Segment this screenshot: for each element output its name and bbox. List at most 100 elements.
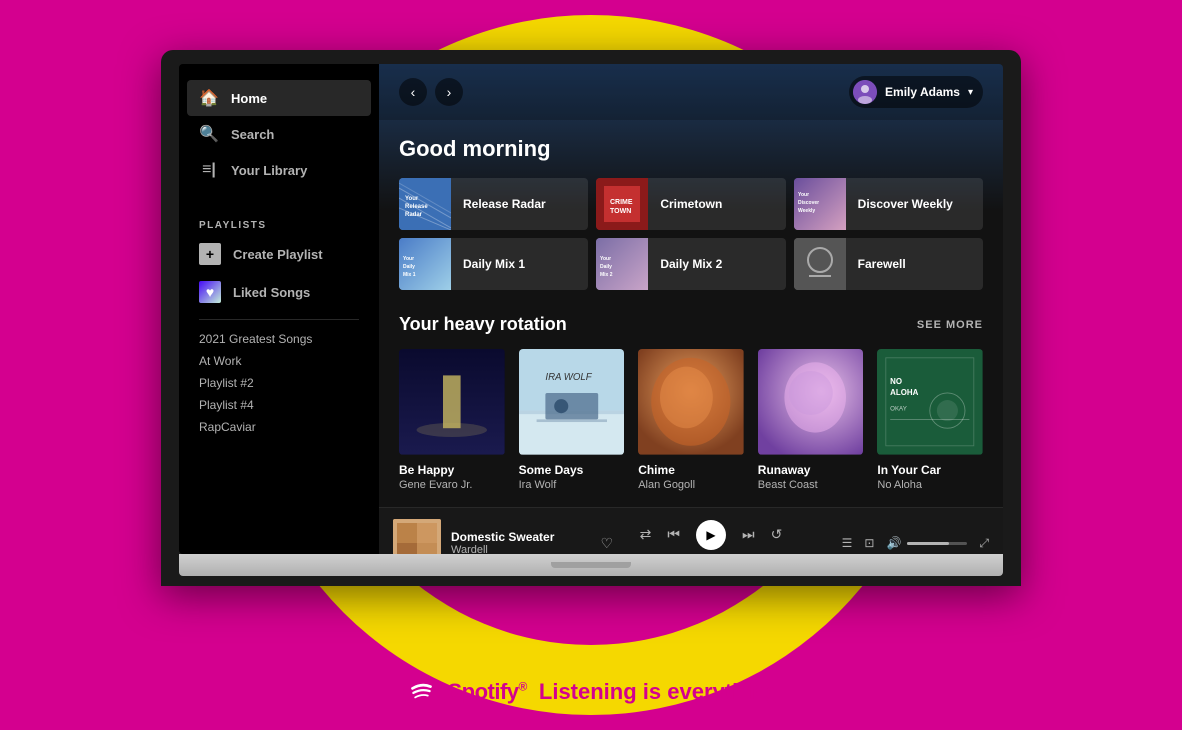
rotation-thumb-chime <box>638 349 744 455</box>
rotation-artist-in-your-car: No Aloha <box>877 479 983 491</box>
quick-item-daily-mix-1[interactable]: Your Daily Mix 1 Daily Mix 1 <box>399 238 588 290</box>
quick-thumb-discover-weekly: Your Discover Weekly <box>794 178 846 230</box>
heart-icon: ♥ <box>199 281 221 303</box>
quick-item-release-radar[interactable]: Your Release Radar Release Radar <box>399 178 588 230</box>
playlist-item[interactable]: Playlist #4 <box>199 398 359 412</box>
search-icon: 🔍 <box>199 124 219 144</box>
rotation-card-some-days[interactable]: IRA WOLF Some Days Ira Wolf <box>519 349 625 491</box>
quick-thumb-daily-mix-1: Your Daily Mix 1 <box>399 238 451 290</box>
svg-text:Weekly: Weekly <box>798 208 815 214</box>
svg-text:Your: Your <box>403 256 414 262</box>
back-button[interactable]: ‹ <box>399 78 427 106</box>
sidebar-item-home[interactable]: 🏠 Home <box>187 80 371 116</box>
svg-text:Mix 2: Mix 2 <box>600 272 613 278</box>
quick-label-daily-mix-1: Daily Mix 1 <box>451 257 537 271</box>
user-name: Emily Adams <box>885 85 960 99</box>
rotation-thumb-in-your-car: NO ALOHA OKAY <box>877 349 983 455</box>
sidebar-nav: 🏠 Home 🔍 Search ≡| Your Library <box>179 80 379 188</box>
rotation-card-be-happy[interactable]: Be Happy Gene Evaro Jr. <box>399 349 505 491</box>
library-icon: ≡| <box>199 160 219 180</box>
playlist-item[interactable]: At Work <box>199 354 359 368</box>
chevron-down-icon: ▾ <box>968 87 973 98</box>
svg-text:NO: NO <box>891 377 903 386</box>
playlist-item[interactable]: Playlist #2 <box>199 376 359 390</box>
svg-text:IRA WOLF: IRA WOLF <box>545 372 592 383</box>
quick-label-daily-mix-2: Daily Mix 2 <box>648 257 734 271</box>
tagline: Listening is everything <box>539 679 779 705</box>
sidebar-item-library[interactable]: ≡| Your Library <box>187 152 371 188</box>
track-info: Domestic Sweater Wardell <box>451 530 590 554</box>
user-menu[interactable]: Emily Adams ▾ <box>849 76 983 108</box>
avatar <box>853 80 877 104</box>
quick-thumb-daily-mix-2: Your Daily Mix 2 <box>596 238 648 290</box>
spotify-logo: Spotify® <box>403 674 526 710</box>
rotation-card-chime[interactable]: Chime Alan Gogoll <box>638 349 744 491</box>
extra-controls: ☰ ⊡ 🔊 ⤢ <box>809 536 989 551</box>
playlist-item[interactable]: RapCaviar <box>199 420 359 434</box>
playlist-item[interactable]: 2021 Greatest Songs <box>199 332 359 346</box>
topbar: ‹ › Emily Adams <box>379 64 1003 120</box>
quick-item-farewell[interactable]: Farewell <box>794 238 983 290</box>
screen-bezel: 🏠 Home 🔍 Search ≡| Your Library PLAYLIST… <box>161 50 1021 586</box>
quick-label-crimetown: Crimetown <box>648 197 734 211</box>
quick-label-release-radar: Release Radar <box>451 197 558 211</box>
now-playing-bar: Domestic Sweater Wardell ♡ ⇄ ⏮ ▶ ⏭ <box>379 507 1003 554</box>
previous-button[interactable]: ⏮ <box>667 526 680 543</box>
svg-text:Mix 1: Mix 1 <box>403 272 416 278</box>
volume-icon[interactable]: 🔊 <box>886 536 901 550</box>
devices-button[interactable]: ⊡ <box>864 536 874 550</box>
content-area: Good morning <box>379 120 1003 507</box>
svg-text:Your: Your <box>405 196 419 202</box>
playlist-list: 2021 Greatest Songs At Work Playlist #2 … <box>179 332 379 434</box>
track-artist: Wardell <box>451 544 590 554</box>
volume-track[interactable] <box>907 542 967 545</box>
sidebar-item-search[interactable]: 🔍 Search <box>187 116 371 152</box>
svg-text:Daily: Daily <box>403 264 415 270</box>
liked-songs-button[interactable]: ♥ Liked Songs <box>179 273 379 311</box>
topbar-nav: ‹ › <box>399 78 463 106</box>
branding-area: Spotify® Listening is everything <box>403 674 778 710</box>
queue-button[interactable]: ☰ <box>842 536 853 550</box>
greeting: Good morning <box>399 136 983 162</box>
rotation-artist-be-happy: Gene Evaro Jr. <box>399 479 505 491</box>
quick-thumb-farewell <box>794 238 846 290</box>
plus-icon: + <box>199 243 221 265</box>
see-more-button[interactable]: SEE MORE <box>917 319 983 331</box>
rotation-name-some-days: Some Days <box>519 463 625 477</box>
quick-item-crimetown[interactable]: CRIME TOWN Crimetown <box>596 178 785 230</box>
quick-thumb-release-radar: Your Release Radar <box>399 178 451 230</box>
shuffle-button[interactable]: ⇄ <box>640 526 652 543</box>
rotation-card-in-your-car[interactable]: NO ALOHA OKAY In Your Car No <box>877 349 983 491</box>
forward-button[interactable]: › <box>435 78 463 106</box>
sidebar-item-search-label: Search <box>231 127 274 142</box>
rotation-card-runaway[interactable]: Runaway Beast Coast <box>758 349 864 491</box>
now-playing-track: Domestic Sweater Wardell ♡ <box>393 519 613 554</box>
control-buttons: ⇄ ⏮ ▶ ⏭ ↺ <box>640 520 783 550</box>
quick-label-farewell: Farewell <box>846 257 918 271</box>
rotation-section-header: Your heavy rotation SEE MORE <box>399 314 983 335</box>
rotation-name-chime: Chime <box>638 463 744 477</box>
rotation-title: Your heavy rotation <box>399 314 567 335</box>
repeat-button[interactable]: ↺ <box>771 526 783 543</box>
fullscreen-button[interactable]: ⤢ <box>979 536 989 551</box>
home-icon: 🏠 <box>199 88 219 108</box>
quick-label-discover-weekly: Discover Weekly <box>846 197 965 211</box>
rotation-artist-runaway: Beast Coast <box>758 479 864 491</box>
create-playlist-button[interactable]: + Create Playlist <box>179 235 379 273</box>
liked-songs-label: Liked Songs <box>233 285 310 300</box>
playlists-section-title: PLAYLISTS <box>179 212 379 235</box>
quick-item-daily-mix-2[interactable]: Your Daily Mix 2 Daily Mix 2 <box>596 238 785 290</box>
laptop-base <box>179 554 1003 576</box>
svg-text:Radar: Radar <box>405 212 423 218</box>
play-button[interactable]: ▶ <box>696 520 726 550</box>
svg-text:Discover: Discover <box>798 200 819 206</box>
like-button[interactable]: ♡ <box>600 535 613 552</box>
quick-item-discover-weekly[interactable]: Your Discover Weekly Discover Weekly <box>794 178 983 230</box>
sidebar-item-library-label: Your Library <box>231 163 307 178</box>
svg-text:OKAY: OKAY <box>891 406 908 413</box>
next-button[interactable]: ⏭ <box>742 526 755 543</box>
rotation-name-runaway: Runaway <box>758 463 864 477</box>
svg-text:CRIME: CRIME <box>610 199 633 206</box>
svg-text:Your: Your <box>798 192 809 198</box>
spotify-icon <box>403 674 439 710</box>
